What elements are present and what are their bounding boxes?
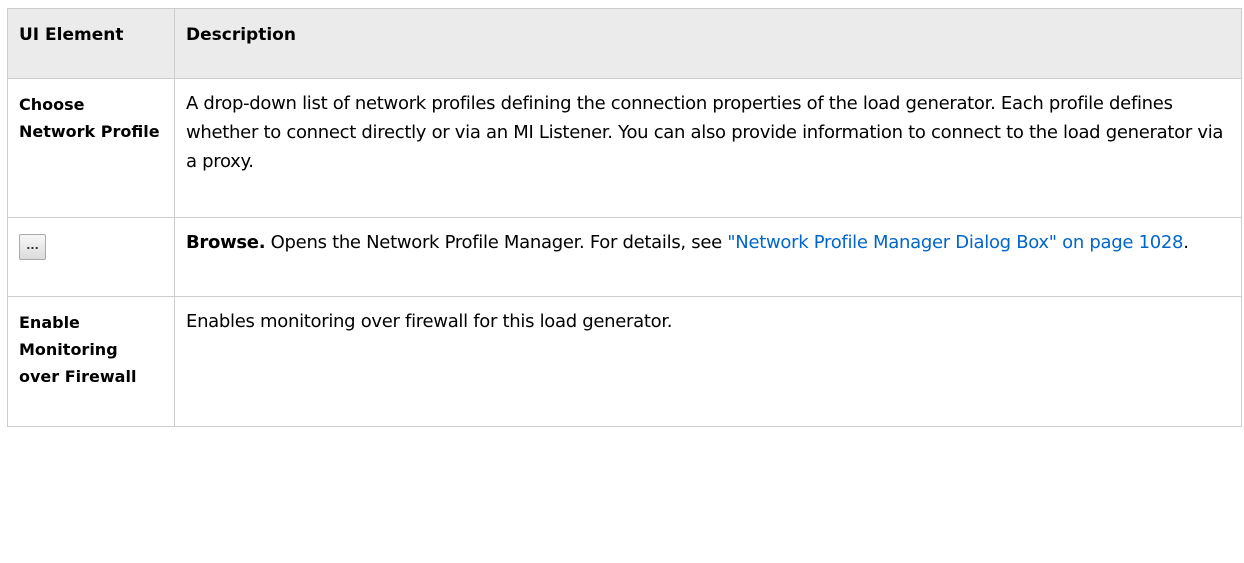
ellipsis-browse-button-icon: ... bbox=[19, 234, 46, 260]
header-description: Description bbox=[174, 8, 1242, 79]
ui-element-name: Enable Monitoring over Firewall bbox=[7, 296, 175, 427]
ui-element-name: Choose Network Profile bbox=[7, 78, 175, 218]
ui-element-cell: ... bbox=[7, 217, 175, 297]
description-end: . bbox=[1183, 232, 1189, 253]
ui-element-description: Enables monitoring over firewall for thi… bbox=[174, 296, 1242, 427]
description-bold-term: Browse. bbox=[186, 232, 266, 253]
ui-element-description: A drop-down list of network profiles def… bbox=[174, 78, 1242, 218]
table-row-browse: ... Browse. Opens the Network Profile Ma… bbox=[7, 217, 1242, 297]
ui-element-description: Browse. Opens the Network Profile Manage… bbox=[174, 217, 1242, 297]
table-row-choose-network-profile: Choose Network Profile A drop-down list … bbox=[7, 78, 1242, 218]
ui-elements-table: UI Element Description Choose Network Pr… bbox=[7, 8, 1242, 427]
table-row-enable-monitoring: Enable Monitoring over Firewall Enables … bbox=[7, 296, 1242, 427]
description-text: Opens the Network Profile Manager. For d… bbox=[265, 232, 728, 253]
network-profile-manager-link[interactable]: "Network Profile Manager Dialog Box" on … bbox=[727, 232, 1183, 253]
header-ui-element: UI Element bbox=[7, 8, 175, 79]
table-header-row: UI Element Description bbox=[7, 8, 1242, 79]
